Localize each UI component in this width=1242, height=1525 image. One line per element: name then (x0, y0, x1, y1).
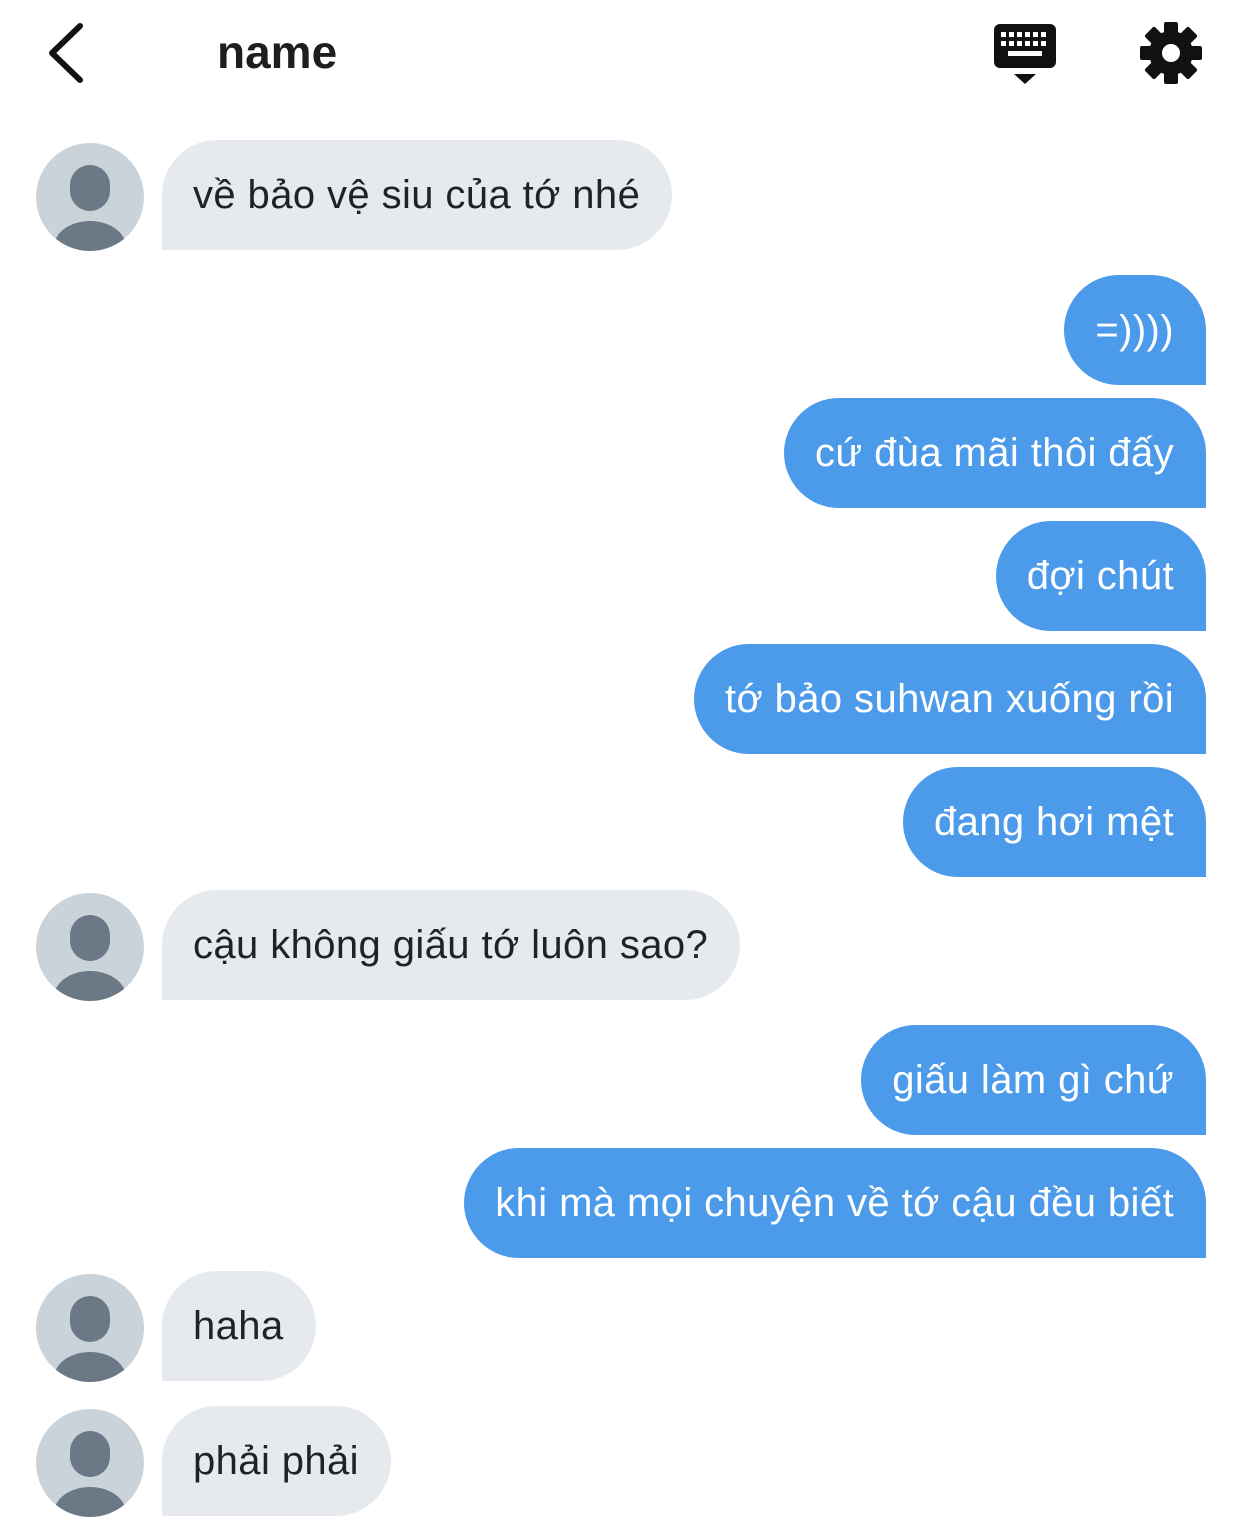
outgoing-message[interactable]: cứ đùa mãi thôi đấy (783, 398, 1206, 508)
page-title: name (217, 26, 338, 78)
person-icon (54, 165, 126, 251)
person-icon (54, 915, 126, 1001)
keyboard-button[interactable] (992, 22, 1060, 88)
chevron-left-icon (49, 23, 83, 83)
back-button[interactable] (40, 20, 96, 86)
outgoing-message[interactable]: =)))) (1064, 275, 1206, 385)
incoming-message[interactable]: haha (162, 1271, 316, 1381)
outgoing-message[interactable]: khi mà mọi chuyện về tớ cậu đều biết (464, 1148, 1206, 1258)
outgoing-message[interactable]: tớ bảo suhwan xuống rồi (693, 644, 1206, 754)
avatar[interactable] (36, 1274, 144, 1382)
outgoing-message[interactable]: giấu làm gì chứ (861, 1025, 1206, 1135)
avatar[interactable] (36, 1409, 144, 1517)
outgoing-message[interactable]: đợi chút (995, 521, 1206, 631)
chat-header: name (0, 0, 1242, 110)
person-icon (54, 1296, 126, 1382)
avatar[interactable] (36, 143, 144, 251)
gear-icon (1140, 22, 1202, 84)
avatar[interactable] (36, 893, 144, 1001)
incoming-message[interactable]: về bảo vệ siu của tớ nhé (162, 140, 673, 250)
outgoing-message[interactable]: đang hơi mệt (902, 767, 1206, 877)
keyboard-icon (994, 24, 1056, 84)
incoming-message[interactable]: phải phải (162, 1406, 391, 1516)
person-icon (54, 1431, 126, 1517)
incoming-message[interactable]: cậu không giấu tớ luôn sao? (162, 890, 741, 1000)
settings-button[interactable] (1138, 20, 1204, 86)
